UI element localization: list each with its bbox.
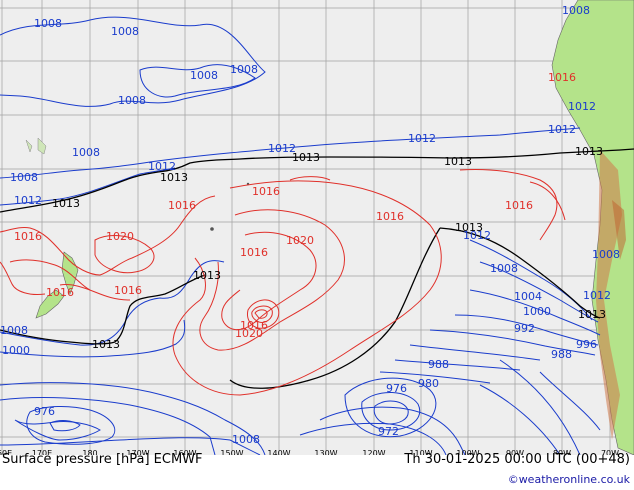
isobar-label: 1012	[583, 289, 611, 302]
isobar-label: 1016	[548, 71, 576, 84]
isobar-label: 1016	[168, 199, 196, 212]
isobar-label: 1013	[578, 308, 606, 321]
isobar-label: 1013	[193, 269, 221, 282]
isobar-label: 1013	[444, 155, 472, 168]
isobar-label: 1008	[232, 433, 260, 446]
isobar-label: 1008	[190, 69, 218, 82]
isobar-label: 988	[551, 348, 572, 361]
isobar-label: 1012	[14, 194, 42, 207]
isobar-label: 976	[34, 405, 55, 418]
isobar-label: 1013	[160, 171, 188, 184]
isobar-label: 1008	[490, 262, 518, 275]
isobar-label: 976	[386, 382, 407, 395]
isobar-label: 1008	[592, 248, 620, 261]
isobar-label: 1020	[235, 327, 263, 340]
longitude-tick: 150W	[220, 449, 243, 455]
isobar-label: 1013	[92, 338, 120, 351]
isobar-label: 1012	[408, 132, 436, 145]
isobar-label: 1008	[230, 63, 258, 76]
isobar-label: 1020	[286, 234, 314, 247]
isobar-label: 992	[514, 322, 535, 335]
isobar-label: 1016	[505, 199, 533, 212]
isobar-label: 1013	[52, 197, 80, 210]
isobar-label: 988	[428, 358, 449, 371]
isobar-label: 1016	[46, 286, 74, 299]
isobar-label: 1016	[240, 246, 268, 259]
isobar-label: 1008	[111, 25, 139, 38]
isobar-label: 1013	[292, 151, 320, 164]
isobar-label: 1016	[252, 185, 280, 198]
isobar-label: 1008	[34, 17, 62, 30]
credit-link[interactable]: ©weatheronline.co.uk	[508, 473, 630, 486]
isobar-label: 1008	[10, 171, 38, 184]
isobar-label: 972	[378, 425, 399, 438]
isobar-label: 1008	[72, 146, 100, 159]
isobar-label: 1013	[575, 145, 603, 158]
isobar-label: 1012	[463, 229, 491, 242]
isobar-label: 1012	[568, 100, 596, 113]
isobar-label: 1020	[106, 230, 134, 243]
isobar-label: 1000	[523, 305, 551, 318]
longitude-tick: 130W	[314, 449, 337, 455]
isobar-label: 1008	[0, 324, 28, 337]
isobar-label: 980	[418, 377, 439, 390]
isobar-label: 996	[576, 338, 597, 351]
isobar-label: 1012	[548, 123, 576, 136]
longitude-tick: 140W	[267, 449, 290, 455]
isobar-label: 1016	[376, 210, 404, 223]
isobar-label: 1004	[514, 290, 542, 303]
longitude-tick: 120W	[362, 449, 385, 455]
isobar-label: 1008	[118, 94, 146, 107]
chart-title: Surface pressure [hPa] ECMWF	[2, 452, 203, 467]
isobar-label: 1000	[2, 344, 30, 357]
isobar-label: 1016	[114, 284, 142, 297]
valid-time: Th 30-01-2025 00:00 UTC (00+48)	[404, 452, 630, 467]
isobar-label: 1008	[562, 4, 590, 17]
pressure-map: 1008 1008 1008 1008 1008 1008 1008 1012 …	[0, 0, 634, 455]
isobar-label: 1016	[14, 230, 42, 243]
